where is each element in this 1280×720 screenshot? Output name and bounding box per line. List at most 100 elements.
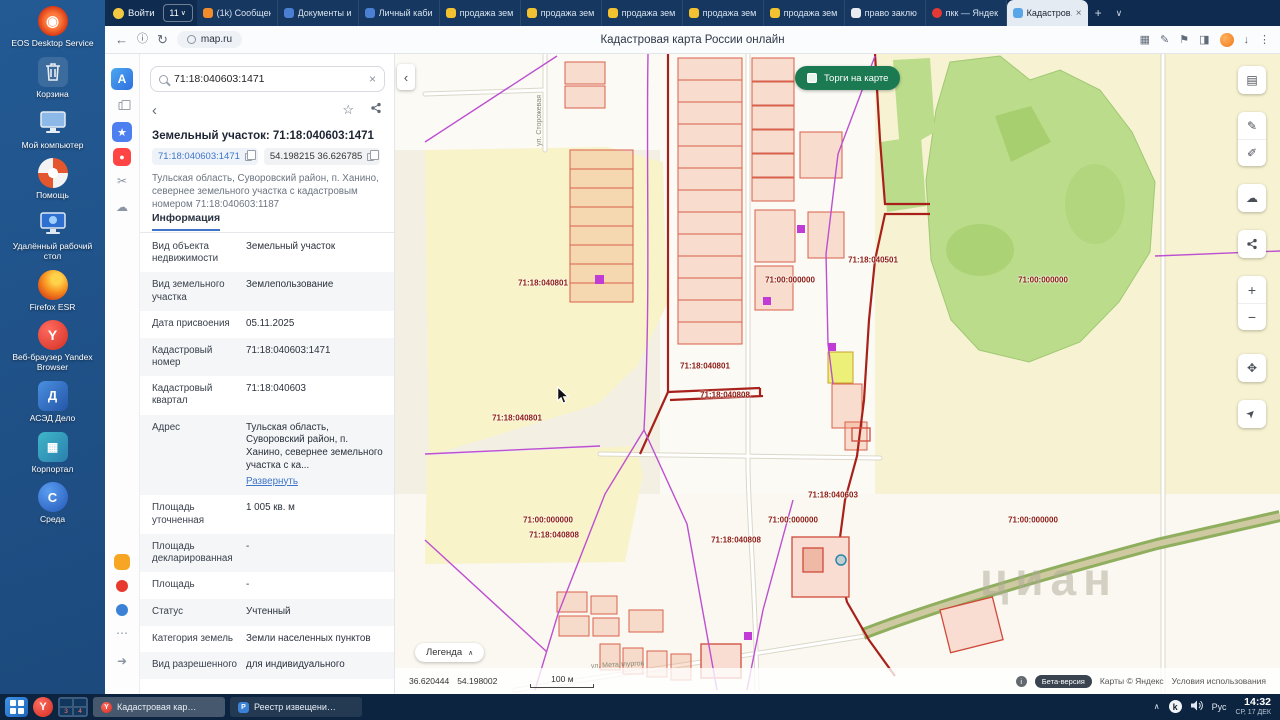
tab-favicon	[284, 8, 294, 18]
tray-expand-icon[interactable]: ∧	[1154, 702, 1160, 711]
tab-label: Документы и	[298, 8, 352, 18]
copy-icon[interactable]	[367, 153, 374, 161]
search-input[interactable]	[174, 73, 363, 85]
browser-signin-button[interactable]: Войти	[105, 8, 163, 19]
share-icon[interactable]	[370, 101, 382, 119]
browser-tab-active[interactable]: Кадастров… ×	[1007, 0, 1088, 26]
row-value: для индивидуального	[246, 659, 384, 672]
browser-tab[interactable]: Личный каби	[359, 0, 440, 26]
taskbar-task-cadastral[interactable]: Y Кадастровая кар…	[93, 697, 225, 717]
sidebar-exit-icon[interactable]: ➜	[117, 654, 127, 668]
screenshot-icon[interactable]: ✂	[117, 174, 127, 188]
coordinates-text: 54.198215 36.626785	[270, 151, 362, 162]
taskbar-task-registry[interactable]: Р Реестр извещени…	[230, 697, 362, 717]
browser-navbar: ← ⓘ ↻ map.ru Кадастровая карта России он…	[105, 26, 1280, 54]
more-dots-icon[interactable]: ⋯	[116, 626, 128, 640]
row-value: Земельный участок	[246, 241, 384, 254]
volume-icon[interactable]	[1191, 698, 1203, 716]
refresh-icon[interactable]: ↻	[157, 33, 168, 46]
blue-dot-icon[interactable]	[116, 604, 128, 616]
alice-icon[interactable]: ●	[113, 148, 131, 166]
desktop-icon-eos[interactable]: ◉ EOS Desktop Service	[7, 6, 99, 49]
app-logo-icon[interactable]: A	[111, 68, 133, 90]
browser-tab[interactable]: пкк — Яндек	[926, 0, 1007, 26]
remote-desktop-icon	[38, 209, 68, 239]
draw-button[interactable]: ✐	[1238, 139, 1266, 166]
side-panel-icon[interactable]: ◨	[1199, 33, 1209, 46]
layers-button[interactable]: ▤	[1238, 66, 1266, 94]
browser-tab[interactable]: продажа зем	[440, 0, 521, 26]
desktop-icon-trash[interactable]: Корзина	[7, 57, 99, 100]
globe-icon	[187, 35, 196, 44]
tab-favicon	[203, 8, 213, 18]
row-label: Площадь декларированная	[152, 541, 246, 565]
sticker-icon[interactable]	[114, 554, 130, 570]
system-tray: ∧ k Рус 14:32 СР, 17 ДЕК	[1154, 697, 1275, 716]
clear-search-icon[interactable]: ×	[369, 72, 376, 86]
browser-tab[interactable]: Документы и	[278, 0, 359, 26]
red-dot-icon[interactable]	[116, 580, 128, 592]
language-indicator[interactable]: Рус	[1212, 702, 1227, 712]
map-share-button[interactable]	[1238, 230, 1266, 258]
map-canvas[interactable]: ул. Сторожевая ул. Металлургов 71:18:040…	[395, 54, 1280, 694]
desktop-switcher[interactable]: 3 4	[58, 697, 88, 717]
menu-icon[interactable]: ⋮	[1259, 33, 1270, 46]
tab-close-icon[interactable]: ×	[1076, 8, 1082, 19]
computer-icon	[38, 108, 68, 138]
screen: ◉ EOS Desktop Service Корзина Мой компью…	[0, 0, 1280, 720]
browser-tab[interactable]: продажа зем	[602, 0, 683, 26]
desktop-icon-korportal[interactable]: ▦ Корпортал	[7, 432, 99, 475]
tab-favicon	[446, 8, 456, 18]
zoom-out-button[interactable]: −	[1238, 303, 1266, 330]
expand-link[interactable]: Развернуть	[246, 476, 298, 489]
bookmark-flag-icon[interactable]: ⚑	[1179, 33, 1189, 46]
collapse-panel-button[interactable]: ‹	[397, 64, 415, 90]
coordinates-chip[interactable]: 54.198215 36.626785	[264, 148, 380, 165]
browser-tab[interactable]: (1k) Сообщени	[197, 0, 278, 26]
tab-list-icon[interactable]: ∨	[1109, 8, 1130, 19]
download-icon[interactable]: ↓	[1244, 34, 1250, 46]
torgi-toggle-button[interactable]: Торги на карте	[795, 66, 900, 90]
desktop-icon-sreda[interactable]: С Среда	[7, 482, 99, 525]
desktop-icon-remote-desktop[interactable]: Удалённый рабочий стол	[7, 209, 99, 262]
panel-back-icon[interactable]: ‹	[152, 102, 157, 119]
cadastral-number-chip[interactable]: 71:18:040603:1471	[152, 148, 258, 165]
browser-tab[interactable]: продажа зем	[521, 0, 602, 26]
browser-tab[interactable]: право заклю	[845, 0, 926, 26]
site-info-icon[interactable]: ⓘ	[137, 34, 148, 45]
legend-button[interactable]: Легенда ∧	[415, 643, 484, 662]
taskbar-clock[interactable]: 14:32 СР, 17 ДЕК	[1235, 697, 1271, 716]
edit-icon[interactable]: ✎	[1160, 33, 1169, 46]
desktop-icon-ased-delo[interactable]: Д АСЭД Дело	[7, 381, 99, 424]
export-button[interactable]: ☁	[1238, 184, 1266, 212]
address-bar[interactable]: map.ru	[177, 31, 242, 48]
copy-icon[interactable]	[245, 153, 252, 161]
tab-information[interactable]: Информация	[152, 212, 220, 231]
profile-avatar[interactable]	[1220, 33, 1234, 47]
kaspersky-icon[interactable]: k	[1169, 700, 1182, 713]
back-icon[interactable]: ←	[115, 33, 128, 46]
pan-icon: ✥	[1247, 362, 1257, 374]
tab-counter[interactable]: 11 ∨	[163, 4, 193, 22]
desktop-icon-my-computer[interactable]: Мой компьютер	[7, 108, 99, 151]
bookmarks-icon[interactable]: ★	[112, 122, 132, 142]
favorite-star-icon[interactable]: ☆	[342, 102, 354, 118]
zoom-in-button[interactable]: +	[1238, 276, 1266, 303]
desktop-icon-firefox[interactable]: Firefox ESR	[7, 270, 99, 313]
street-label: ул. Сторожевая	[536, 95, 543, 146]
taskbar-yandex-browser-icon[interactable]: Y	[33, 697, 53, 717]
cloud-icon[interactable]: ☁	[116, 200, 128, 214]
info-icon[interactable]: i	[1016, 676, 1027, 687]
start-button[interactable]	[5, 697, 28, 717]
browser-tab[interactable]: продажа зем	[683, 0, 764, 26]
copy-panel-icon[interactable]	[119, 102, 126, 110]
measure-button[interactable]: ✎	[1238, 112, 1266, 139]
desktop-icon-yandex-browser[interactable]: Y Веб-браузер Yandex Browser	[7, 320, 99, 373]
new-tab-button[interactable]: +	[1088, 6, 1109, 20]
terms-link[interactable]: Условия использования	[1172, 676, 1266, 686]
browser-tab[interactable]: продажа зем	[764, 0, 845, 26]
desktop-icon-help[interactable]: Помощь	[7, 158, 99, 201]
locate-button[interactable]: ➤	[1238, 400, 1266, 428]
tile-tabs-icon[interactable]: ▦	[1140, 33, 1150, 46]
pan-mode-button[interactable]: ✥	[1238, 354, 1266, 382]
